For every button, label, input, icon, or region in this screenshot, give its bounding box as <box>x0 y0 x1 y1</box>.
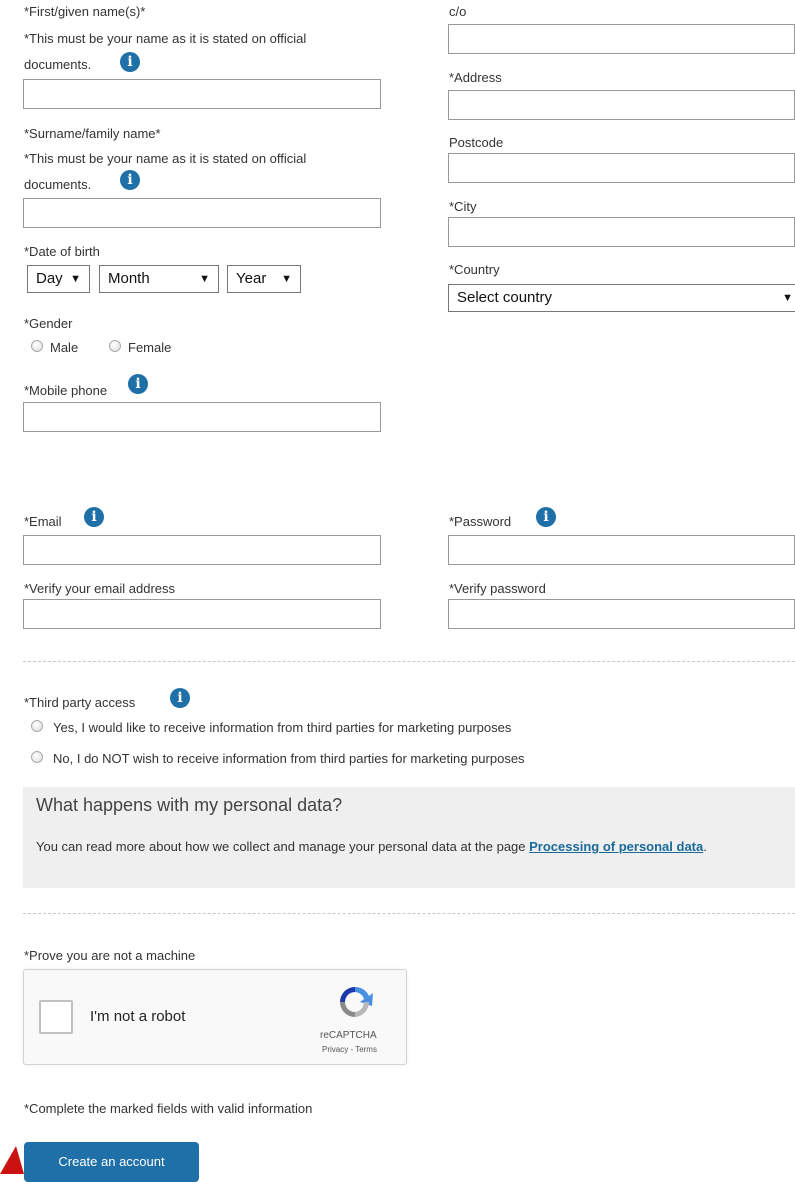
dropdown-arrow-icon: ▼ <box>199 273 210 285</box>
verify-password-label: *Verify password <box>449 581 546 596</box>
dob-day-value: Day <box>36 270 63 287</box>
required-fields-note: *Complete the marked fields with valid i… <box>24 1101 313 1116</box>
city-input[interactable] <box>448 217 795 247</box>
dob-month-value: Month <box>108 270 150 287</box>
first-name-input[interactable] <box>23 79 381 109</box>
surname-hint: *This must be your name as it is stated … <box>24 151 307 166</box>
recaptcha-logo-icon <box>340 986 373 1017</box>
third-party-no-radio[interactable] <box>31 751 43 763</box>
personal-data-trailing: . <box>703 839 707 854</box>
address-input[interactable] <box>448 90 795 120</box>
postcode-input[interactable] <box>448 153 795 183</box>
captcha-links[interactable]: Privacy - Terms <box>322 1045 377 1054</box>
section-divider <box>23 913 795 914</box>
personal-data-text: You can read more about how we collect a… <box>36 837 788 856</box>
verify-password-input[interactable] <box>448 599 795 629</box>
info-icon[interactable]: i <box>120 170 140 190</box>
third-party-no-label: No, I do NOT wish to receive information… <box>53 751 525 766</box>
dropdown-arrow-icon: ▼ <box>782 292 793 304</box>
captcha-label: I'm not a robot <box>90 1008 186 1025</box>
gender-female-radio[interactable] <box>109 340 121 352</box>
third-party-yes-radio[interactable] <box>31 720 43 732</box>
captcha-prompt: *Prove you are not a machine <box>24 948 196 963</box>
surname-hint-cont: documents. <box>24 177 92 192</box>
gender-female-label: Female <box>128 340 172 355</box>
verify-email-label: *Verify your email address <box>24 581 176 596</box>
third-party-label: *Third party access <box>24 695 136 710</box>
postcode-label: Postcode <box>449 135 504 150</box>
country-select-value: Select country <box>457 289 553 306</box>
email-input[interactable] <box>23 535 381 565</box>
dob-month-select[interactable]: Month ▼ <box>99 265 219 293</box>
info-icon[interactable]: i <box>128 374 148 394</box>
mobile-label: *Mobile phone <box>24 383 108 398</box>
dropdown-arrow-icon: ▼ <box>281 273 292 285</box>
surname-input[interactable] <box>23 198 381 228</box>
captcha-checkbox[interactable] <box>39 1000 73 1034</box>
info-icon[interactable]: i <box>84 507 104 527</box>
first-name-label: *First/given name(s)* <box>24 4 146 19</box>
dob-day-select[interactable]: Day ▼ <box>27 265 90 293</box>
dob-year-select[interactable]: Year ▼ <box>227 265 301 293</box>
info-icon[interactable]: i <box>536 507 556 527</box>
gender-male-label: Male <box>50 340 79 355</box>
gender-label: *Gender <box>24 316 73 331</box>
city-label: *City <box>449 199 477 214</box>
password-label: *Password <box>449 514 512 529</box>
info-icon[interactable]: i <box>120 52 140 72</box>
dob-label: *Date of birth <box>24 244 100 259</box>
personal-data-body: You can read more about how we collect a… <box>36 839 530 854</box>
dropdown-arrow-icon: ▼ <box>70 273 81 285</box>
address-label: *Address <box>449 70 502 85</box>
verify-email-input[interactable] <box>23 599 381 629</box>
country-select[interactable]: Select country ▼ <box>448 284 795 312</box>
dob-year-value: Year <box>236 270 267 287</box>
captcha-brand: reCAPTCHA <box>320 1030 377 1041</box>
first-name-hint: *This must be your name as it is stated … <box>24 31 307 46</box>
password-input[interactable] <box>448 535 795 565</box>
processing-personal-data-link[interactable]: Processing of personal data <box>529 839 703 854</box>
info-icon[interactable]: i <box>170 688 190 708</box>
first-name-hint-cont: documents. <box>24 57 92 72</box>
email-label: *Email <box>24 514 62 529</box>
alert-arrow-icon <box>0 1146 24 1174</box>
country-label: *Country <box>449 262 500 277</box>
gender-male-radio[interactable] <box>31 340 43 352</box>
mobile-input[interactable] <box>23 402 381 432</box>
recaptcha-widget: I'm not a robot reCAPTCHA Privacy - Term… <box>23 969 407 1065</box>
co-input[interactable] <box>448 24 795 54</box>
third-party-yes-label: Yes, I would like to receive information… <box>53 720 512 735</box>
create-account-button[interactable]: Create an account <box>24 1142 199 1182</box>
co-label: c/o <box>449 4 467 19</box>
personal-data-info-box: What happens with my personal data? You … <box>23 787 795 888</box>
section-divider <box>23 661 795 662</box>
surname-label: *Surname/family name* <box>24 126 161 141</box>
personal-data-heading: What happens with my personal data? <box>36 795 343 815</box>
